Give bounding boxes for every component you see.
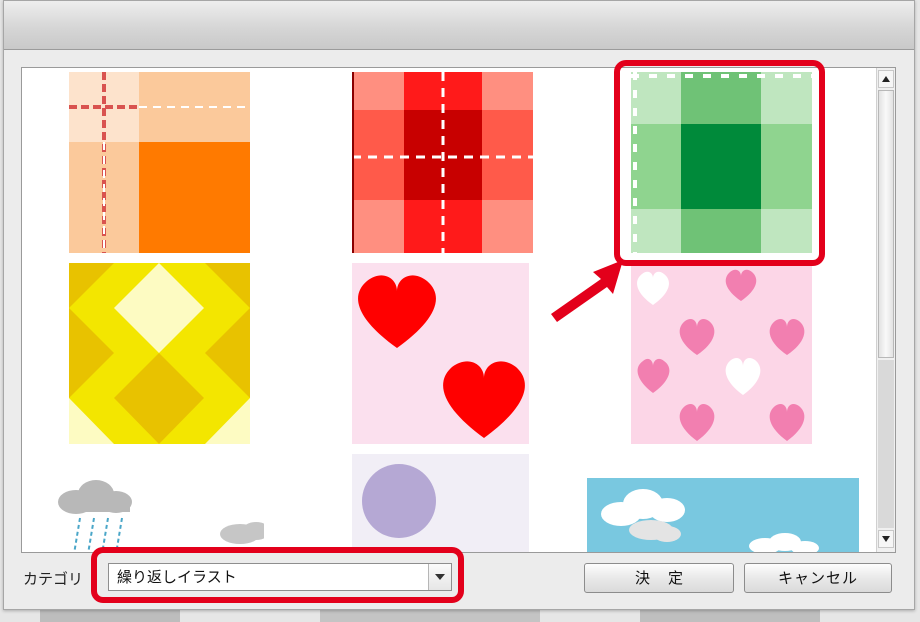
orange-plaid-pattern [69, 72, 250, 253]
chevron-down-icon [435, 574, 445, 580]
yellow-argyle-pattern [69, 263, 250, 444]
pattern-tile-purple-circle[interactable] [352, 454, 529, 552]
scroll-track[interactable] [878, 360, 894, 528]
ok-button-label: 決定 [634, 569, 701, 587]
triangle-up-icon [882, 76, 890, 82]
pattern-tile-pink-hearts[interactable] [631, 263, 812, 444]
gallery-scrollbar[interactable] [876, 68, 895, 552]
ok-button[interactable]: 決定 [584, 563, 734, 593]
dialog-footer: カテゴリ 繰り返しイラスト 決定 キャンセル [4, 557, 914, 607]
pink-hearts-pattern [631, 263, 812, 444]
rain-clouds-pattern [44, 476, 264, 552]
dialog-titlebar[interactable] [4, 1, 914, 50]
pattern-tile-yellow-argyle[interactable] [69, 263, 250, 444]
triangle-down-icon [882, 536, 890, 542]
pattern-tile-red-plaid[interactable] [352, 72, 533, 253]
pattern-gallery[interactable] [21, 67, 896, 553]
cancel-button-label: キャンセル [777, 569, 858, 587]
pattern-tile-rain-clouds[interactable] [44, 476, 264, 552]
pattern-tile-red-hearts[interactable] [352, 263, 529, 444]
scroll-thumb[interactable] [878, 90, 894, 358]
red-hearts-pattern [352, 263, 529, 444]
cancel-button[interactable]: キャンセル [744, 563, 892, 593]
pattern-tile-orange-plaid[interactable] [69, 72, 250, 253]
pattern-tile-sky-clouds[interactable] [587, 478, 859, 552]
scroll-up-button[interactable] [878, 70, 894, 88]
sky-clouds-pattern [587, 478, 859, 552]
scroll-down-button[interactable] [878, 530, 894, 548]
green-plaid-pattern [631, 72, 812, 253]
dropdown-arrow-button[interactable] [428, 564, 451, 590]
pattern-picker-dialog: カテゴリ 繰り返しイラスト 決定 キャンセル [3, 0, 915, 610]
category-dropdown[interactable]: 繰り返しイラスト [108, 563, 452, 591]
pattern-tile-green-plaid[interactable] [631, 72, 812, 253]
category-label: カテゴリ [23, 570, 84, 588]
purple-circle-pattern [352, 454, 529, 552]
red-plaid-pattern [352, 72, 533, 253]
category-selected-value: 繰り返しイラスト [117, 568, 237, 586]
